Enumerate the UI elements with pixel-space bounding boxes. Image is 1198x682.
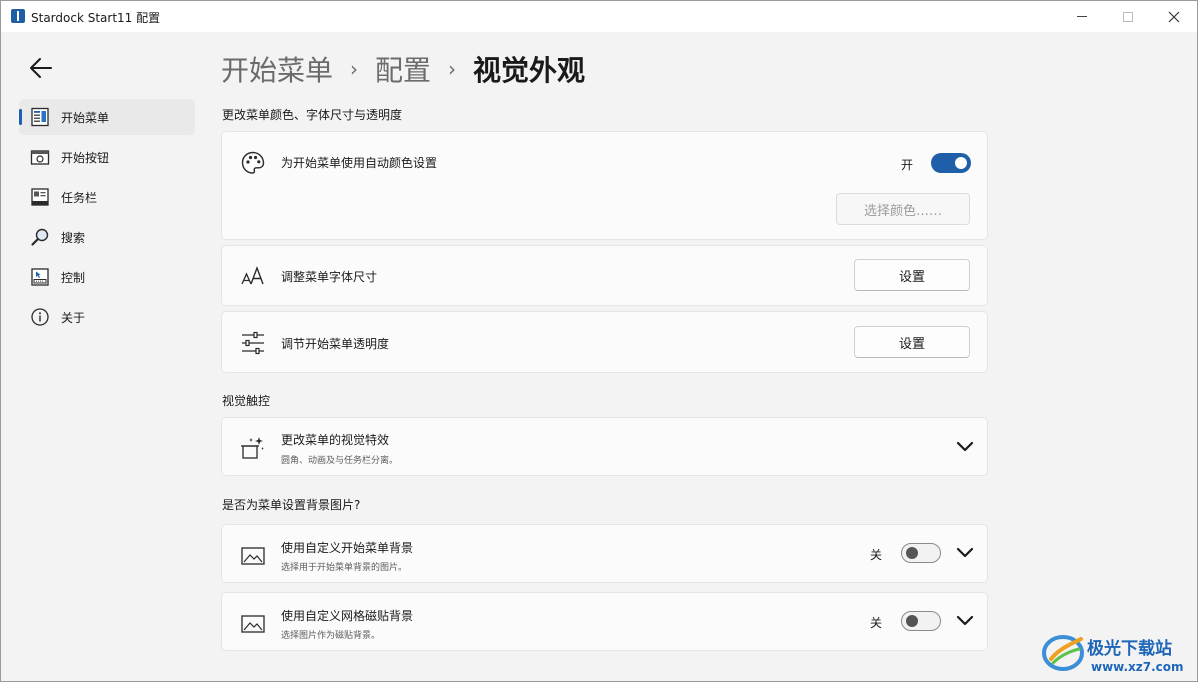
custom-tile-bg-title: 使用自定义网格磁贴背景 <box>281 609 414 623</box>
transparency-card: 调节开始菜单透明度 设置 <box>221 311 988 373</box>
sidebar-item-about[interactable]: 关于 <box>19 299 195 335</box>
section-label-background: 是否为菜单设置背景图片? <box>222 498 361 512</box>
sidebar-item-label: 控制 <box>61 271 86 285</box>
sidebar-item-start-button[interactable]: 开始按钮 <box>19 139 195 175</box>
back-arrow-icon <box>30 58 52 78</box>
choose-color-button[interactable]: 选择颜色…… <box>836 193 970 225</box>
close-button[interactable] <box>1151 1 1197 32</box>
toggle-knob <box>906 615 918 627</box>
visual-effects-title: 更改菜单的视觉特效 <box>281 433 390 447</box>
breadcrumb-separator: › <box>350 57 359 81</box>
breadcrumb: 开始菜单 › 配置 › 视觉外观 <box>221 49 585 89</box>
custom-start-bg-title: 使用自定义开始菜单背景 <box>281 541 414 555</box>
section-label-appearance: 更改菜单颜色、字体尺寸与透明度 <box>222 108 403 122</box>
app-window: Stardock Start11 配置 开始菜单 开始按钮 任务栏 搜索 控制 … <box>0 0 1198 682</box>
breadcrumb-item-config[interactable]: 配置 <box>375 49 431 89</box>
auto-color-card: 为开始菜单使用自动颜色设置 开 选择颜色…… <box>221 131 988 240</box>
minimize-button[interactable] <box>1059 1 1105 32</box>
page-title: 视觉外观 <box>473 54 586 87</box>
info-icon <box>31 308 49 326</box>
custom-tile-bg-toggle[interactable] <box>901 611 941 631</box>
maximize-icon <box>1123 11 1133 22</box>
window-title: Stardock Start11 配置 <box>31 11 161 25</box>
sidebar-item-control[interactable]: 控制 <box>19 259 195 295</box>
custom-start-bg-subtitle: 选择用于开始菜单背景的图片。 <box>281 563 408 573</box>
chevron-down-icon[interactable] <box>956 547 974 559</box>
visual-effects-subtitle: 圆角、动画及与任务栏分离。 <box>281 456 399 466</box>
custom-tile-bg-subtitle: 选择图片作为磁贴背景。 <box>281 631 381 641</box>
taskbar-icon <box>31 188 49 206</box>
sidebar-item-label: 搜索 <box>61 231 86 245</box>
toggle-knob <box>955 157 967 169</box>
back-button[interactable] <box>27 55 55 81</box>
custom-tile-bg-card: 使用自定义网格磁贴背景 选择图片作为磁贴背景。 关 <box>221 592 988 651</box>
transparency-title: 调节开始菜单透明度 <box>281 337 390 351</box>
sidebar-item-start-menu[interactable]: 开始菜单 <box>19 99 195 135</box>
control-icon <box>31 268 49 286</box>
custom-start-bg-card: 使用自定义开始菜单背景 选择用于开始菜单背景的图片。 关 <box>221 524 988 583</box>
auto-color-title: 为开始菜单使用自动颜色设置 <box>281 156 438 170</box>
chevron-down-icon[interactable] <box>956 615 974 627</box>
sidebar-item-taskbar[interactable]: 任务栏 <box>19 179 195 215</box>
palette-icon <box>241 151 265 174</box>
sidebar-item-label: 任务栏 <box>61 191 98 205</box>
sidebar-item-label: 关于 <box>61 311 86 325</box>
custom-tile-bg-state-label: 关 <box>870 616 883 630</box>
section-label-visual-touch: 视觉触控 <box>222 394 271 408</box>
minimize-icon <box>1077 16 1087 17</box>
sidebar-item-search[interactable]: 搜索 <box>19 219 195 255</box>
auto-color-toggle[interactable] <box>931 153 971 173</box>
maximize-button[interactable] <box>1105 1 1151 32</box>
auto-color-state-label: 开 <box>901 158 914 172</box>
breadcrumb-item-start-menu[interactable]: 开始菜单 <box>221 49 333 89</box>
visual-effects-card[interactable]: 更改菜单的视觉特效 圆角、动画及与任务栏分离。 <box>221 417 988 476</box>
svg-text:极光下载站: 极光下载站 <box>1087 638 1172 659</box>
sidebar-nav: 开始菜单 开始按钮 任务栏 搜索 控制 关于 <box>19 99 195 339</box>
site-watermark-logo: 极光下载站 www.xz7.com <box>1042 635 1184 674</box>
start11-app-icon <box>11 9 25 23</box>
start-menu-icon <box>31 107 49 127</box>
image-icon <box>241 615 265 633</box>
font-size-card: 调整菜单字体尺寸 设置 <box>221 245 988 306</box>
transparency-settings-button[interactable]: 设置 <box>854 326 970 358</box>
font-size-settings-button[interactable]: 设置 <box>854 259 970 291</box>
breadcrumb-separator: › <box>448 57 457 81</box>
image-icon <box>241 547 265 565</box>
toggle-knob <box>906 547 918 559</box>
sidebar-item-label: 开始按钮 <box>61 151 110 165</box>
chevron-down-icon[interactable] <box>956 441 974 453</box>
font-size-title: 调整菜单字体尺寸 <box>281 270 378 284</box>
sidebar-item-label: 开始菜单 <box>61 111 110 125</box>
start-button-icon <box>30 150 50 165</box>
font-size-icon <box>241 266 264 285</box>
custom-start-bg-state-label: 关 <box>870 548 883 562</box>
custom-start-bg-toggle[interactable] <box>901 543 941 563</box>
search-icon <box>31 228 49 246</box>
svg-text:www.xz7.com: www.xz7.com <box>1091 660 1184 674</box>
title-bar[interactable]: Stardock Start11 配置 <box>1 1 1197 32</box>
sliders-icon <box>242 331 264 355</box>
sparkle-window-icon <box>241 437 264 459</box>
close-icon <box>1168 11 1180 22</box>
